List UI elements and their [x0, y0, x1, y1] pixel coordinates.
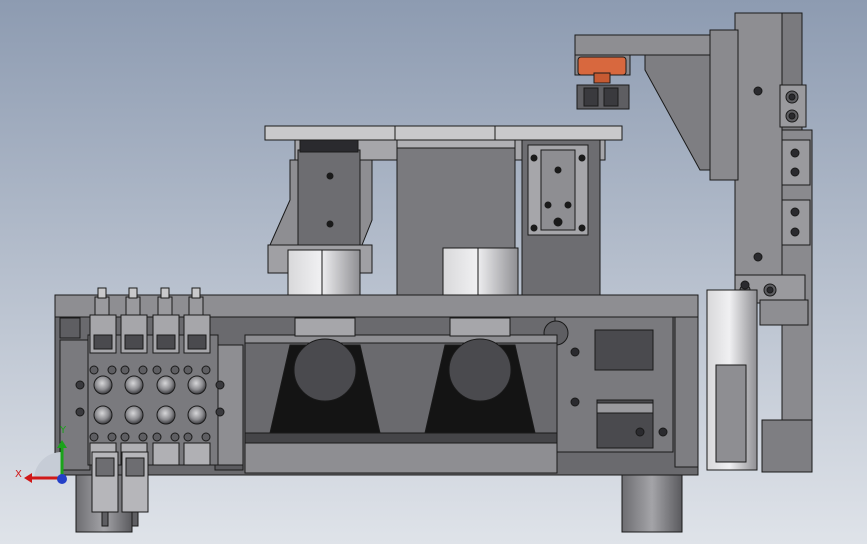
- valve-solenoid-top: [157, 296, 173, 318]
- valve-screw: [107, 432, 117, 442]
- valve-solenoid-top: [125, 296, 141, 318]
- lower-solenoid-pin: [101, 511, 109, 527]
- valve-port: [93, 405, 113, 425]
- cad-model-drawing: [0, 0, 867, 544]
- valve-connector: [160, 287, 170, 299]
- valve-screw: [138, 365, 148, 375]
- valve-port: [93, 375, 113, 395]
- valve-connector: [128, 287, 138, 299]
- left-roller: [293, 338, 357, 402]
- valve-screw: [170, 365, 180, 375]
- valve-port: [156, 405, 176, 425]
- valve-screw: [107, 365, 117, 375]
- valve-port: [124, 405, 144, 425]
- valve-connector: [191, 287, 201, 299]
- z-axis-dot: [57, 474, 67, 484]
- valve-screw: [201, 365, 211, 375]
- valve-solenoid-top: [94, 296, 110, 318]
- valve-screw: [89, 365, 99, 375]
- valve-lower-body: [183, 442, 211, 466]
- valve-screw: [152, 365, 162, 375]
- valve-window: [124, 334, 144, 350]
- valve-screw: [183, 365, 193, 375]
- valve-screw: [138, 432, 148, 442]
- valve-lower-body: [152, 442, 180, 466]
- lower-solenoid-window: [125, 457, 145, 477]
- valve-port: [156, 375, 176, 395]
- valve-screw: [89, 432, 99, 442]
- manifold-screw: [75, 407, 85, 417]
- valve-screw: [152, 432, 162, 442]
- valve-port: [187, 375, 207, 395]
- slider-block: [521, 139, 601, 296]
- cad-viewport[interactable]: X Y: [0, 0, 867, 544]
- valve-window: [156, 334, 176, 350]
- valve-port: [124, 375, 144, 395]
- valve-screw: [170, 432, 180, 442]
- right-roller: [448, 338, 512, 402]
- valve-window: [93, 334, 113, 350]
- lower-solenoid-window: [95, 457, 115, 477]
- valve-window: [187, 334, 207, 350]
- valve-connector: [97, 287, 107, 299]
- lower-solenoid-pin: [131, 511, 139, 527]
- manifold-screw: [215, 407, 225, 417]
- manifold-screw: [215, 380, 225, 390]
- orange-bumper: [577, 56, 627, 76]
- x-axis-label: X: [15, 469, 22, 480]
- y-axis-label: Y: [60, 425, 67, 436]
- manifold-screw: [75, 380, 85, 390]
- valve-screw: [183, 432, 193, 442]
- valve-port: [187, 405, 207, 425]
- manifold-end-cap: [217, 344, 244, 466]
- roller-housing: [244, 317, 558, 474]
- valve-screw: [120, 432, 130, 442]
- right-tall-cylinder: [706, 280, 758, 471]
- valve-screw: [201, 432, 211, 442]
- valve-solenoid-top: [188, 296, 204, 318]
- valve-screw: [120, 365, 130, 375]
